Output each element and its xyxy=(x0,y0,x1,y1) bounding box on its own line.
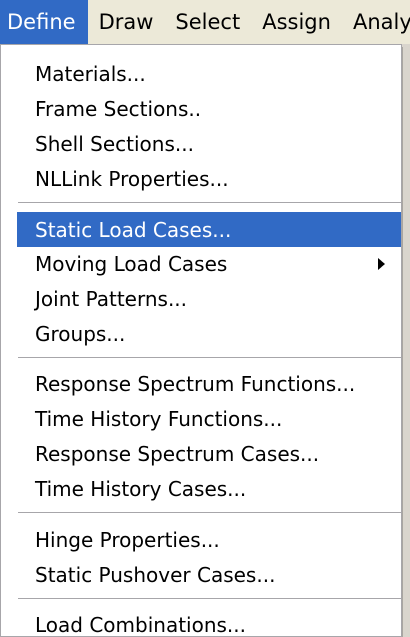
menu-item-response-spectrum-cases[interactable]: Response Spectrum Cases... xyxy=(17,436,401,471)
menu-select-label: Select xyxy=(175,10,241,34)
menu-item-frame-sections[interactable]: Frame Sections.. xyxy=(17,91,401,126)
menu-item-joint-patterns[interactable]: Joint Patterns... xyxy=(17,281,401,316)
chevron-right-icon xyxy=(378,258,385,270)
menu-item-materials-label: Materials... xyxy=(35,61,146,86)
define-dropdown-menu: Materials... Frame Sections.. Shell Sect… xyxy=(0,44,402,637)
menu-define-label: Define xyxy=(7,10,76,34)
menu-analyze-label: Analyz xyxy=(352,10,410,34)
menu-item-time-history-cases[interactable]: Time History Cases... xyxy=(17,471,401,506)
menu-item-response-spectrum-functions[interactable]: Response Spectrum Functions... xyxy=(17,366,401,401)
menu-item-joint-patterns-label: Joint Patterns... xyxy=(35,286,188,311)
menu-separator xyxy=(18,598,401,600)
menu-item-response-spectrum-functions-label: Response Spectrum Functions... xyxy=(35,371,356,396)
menu-analyze[interactable]: Analyz xyxy=(342,0,410,44)
menu-assign[interactable]: Assign xyxy=(251,0,342,44)
menu-item-shell-sections[interactable]: Shell Sections... xyxy=(17,126,401,161)
menu-item-moving-load-cases-label: Moving Load Cases xyxy=(35,251,228,276)
menu-item-time-history-functions[interactable]: Time History Functions... xyxy=(17,401,401,436)
menu-define[interactable]: Define xyxy=(0,0,88,44)
menu-separator xyxy=(18,202,401,204)
menu-item-static-load-cases[interactable]: Static Load Cases... xyxy=(17,212,401,247)
menu-item-frame-sections-label: Frame Sections.. xyxy=(35,96,202,121)
menu-item-hinge-properties-label: Hinge Properties... xyxy=(35,527,220,552)
menu-item-groups-label: Groups... xyxy=(35,321,126,346)
menu-item-load-combinations[interactable]: Load Combinations... xyxy=(17,607,401,637)
menu-item-shell-sections-label: Shell Sections... xyxy=(35,131,194,156)
menu-item-load-combinations-label: Load Combinations... xyxy=(35,612,247,637)
menu-bar: Define Draw Select Assign Analyz xyxy=(0,0,410,44)
menu-item-nllink-properties-label: NLLink Properties... xyxy=(35,166,229,191)
menu-assign-label: Assign xyxy=(262,10,331,34)
menu-item-moving-load-cases[interactable]: Moving Load Cases xyxy=(17,246,401,281)
menu-separator xyxy=(18,512,401,514)
menu-item-time-history-cases-label: Time History Cases... xyxy=(35,476,247,501)
menu-select[interactable]: Select xyxy=(164,0,251,44)
menu-item-static-load-cases-label: Static Load Cases... xyxy=(35,217,232,242)
menu-item-nllink-properties[interactable]: NLLink Properties... xyxy=(17,161,401,196)
menu-draw-label: Draw xyxy=(98,10,154,34)
menu-item-hinge-properties[interactable]: Hinge Properties... xyxy=(17,522,401,557)
menu-item-static-pushover-cases[interactable]: Static Pushover Cases... xyxy=(17,557,401,592)
menu-draw[interactable]: Draw xyxy=(88,0,165,44)
menu-item-groups[interactable]: Groups... xyxy=(17,316,401,351)
menu-item-materials[interactable]: Materials... xyxy=(17,56,401,91)
menu-item-time-history-functions-label: Time History Functions... xyxy=(35,406,283,431)
menu-item-response-spectrum-cases-label: Response Spectrum Cases... xyxy=(35,441,320,466)
menu-separator xyxy=(18,357,401,359)
menu-item-static-pushover-cases-label: Static Pushover Cases... xyxy=(35,562,276,587)
